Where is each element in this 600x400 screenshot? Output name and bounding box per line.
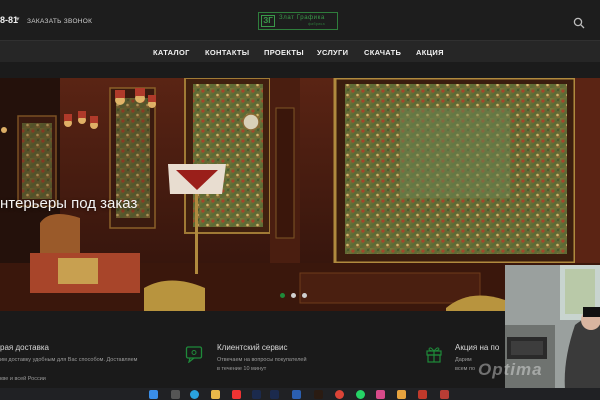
app-icon[interactable] (397, 390, 406, 399)
slider-dot[interactable] (280, 293, 285, 298)
flower-icon[interactable] (376, 390, 385, 399)
feature-title: рая доставка (0, 343, 49, 352)
chevron-down-icon[interactable]: ▾ (16, 15, 20, 23)
gift-icon (426, 347, 442, 363)
app-icon[interactable] (440, 390, 449, 399)
acrobat-icon[interactable] (418, 390, 427, 399)
feature-text: кве и всей России (0, 376, 46, 382)
logo-name: Злат Графика (279, 15, 325, 21)
nav-item-catalog[interactable]: КАТАЛОГ (153, 48, 190, 57)
nav-item-download[interactable]: СКАЧАТЬ (364, 48, 401, 57)
slider-dots (280, 293, 307, 298)
hero-caption: нтерьеры под заказ (0, 195, 138, 212)
feature-text: в течение 10 минут (217, 366, 267, 372)
chat-icon (185, 346, 203, 363)
main-nav: КАТАЛОГ КОНТАКТЫ ПРОЕКТЫ УСЛУГИ СКАЧАТЬ … (0, 40, 600, 62)
whatsapp-icon[interactable] (356, 390, 365, 399)
windows-icon[interactable] (149, 390, 158, 399)
slider-dot[interactable] (302, 293, 307, 298)
feature-title: Клиентский сервис (217, 343, 288, 352)
yandex-icon[interactable] (232, 390, 241, 399)
nav-item-projects[interactable]: ПРОЕКТЫ (264, 48, 304, 57)
logo-mark: ЗГ (261, 15, 275, 27)
site-header: 8-81 ▾ ЗАКАЗАТЬ ЗВОНОК ЗГ Злат Графика ф… (0, 0, 600, 40)
feature-text: всем по (455, 366, 476, 372)
photoshop-icon[interactable] (252, 390, 261, 399)
feature-title: Акция на по (455, 343, 500, 352)
telegram-icon[interactable] (190, 390, 199, 399)
chrome-icon[interactable] (335, 390, 344, 399)
folder-icon[interactable] (211, 390, 220, 399)
word-icon[interactable] (292, 390, 301, 399)
logo-subtitle: фабрика (307, 22, 325, 26)
nav-item-services[interactable]: УСЛУГИ (317, 48, 348, 57)
taskbar (0, 388, 600, 400)
search-icon[interactable] (573, 17, 585, 29)
slider-dot[interactable] (291, 293, 296, 298)
search-icon[interactable] (171, 390, 180, 399)
request-callback-link[interactable]: ЗАКАЗАТЬ ЗВОНОК (27, 18, 92, 25)
photoshop-icon[interactable] (270, 390, 279, 399)
nav-item-promo[interactable]: АКЦИЯ (416, 48, 444, 57)
feature-text: им доставку удобным для Вас способом. До… (0, 357, 138, 363)
illustrator-icon[interactable] (314, 390, 323, 399)
site-logo[interactable]: ЗГ Злат Графика фабрика (258, 12, 338, 30)
watermark: Optima (478, 360, 543, 379)
nav-item-contacts[interactable]: КОНТАКТЫ (205, 48, 249, 57)
